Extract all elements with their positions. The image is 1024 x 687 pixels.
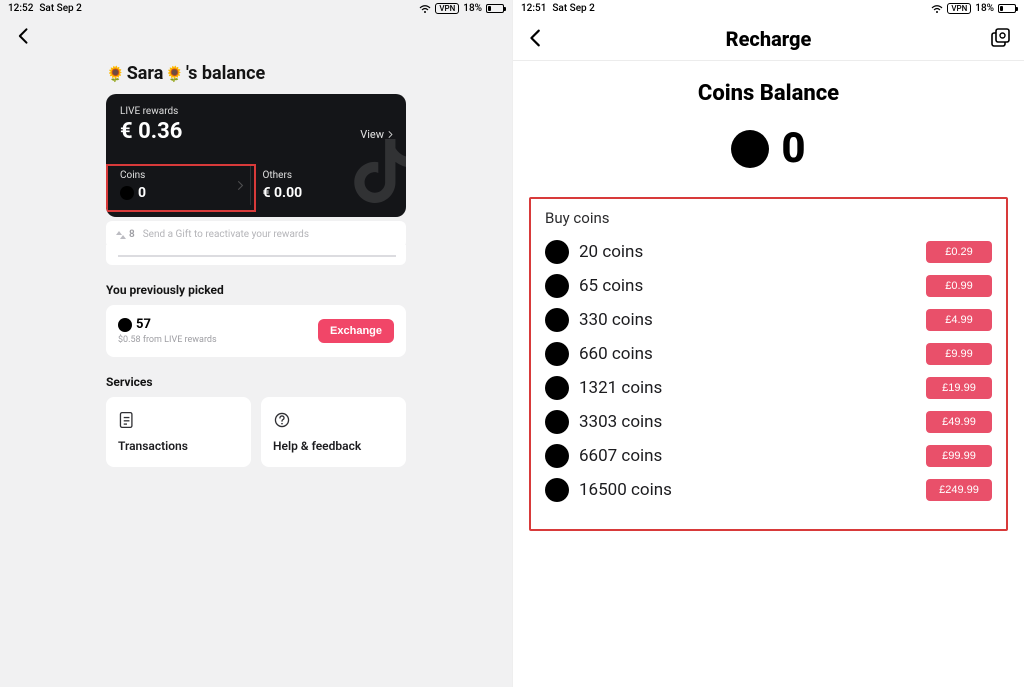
battery-icon <box>486 4 504 13</box>
coin-pack-row: 330 coins £4.99 <box>545 303 992 337</box>
coin-pack-label: 65 coins <box>579 276 643 296</box>
coin-icon <box>545 410 569 434</box>
buy-pack-button[interactable]: £4.99 <box>926 309 992 331</box>
coins-cell[interactable]: Coins 0 <box>120 164 250 205</box>
coin-icon <box>545 342 569 366</box>
view-link[interactable]: View <box>360 128 394 141</box>
coin-icon <box>731 130 769 168</box>
gift-hint-row[interactable]: 8 Send a Gift to reactivate your rewards <box>106 221 406 248</box>
coin-pack-row: 16500 coins £249.99 <box>545 473 992 507</box>
coin-icon <box>545 376 569 400</box>
services-heading: Services <box>106 375 406 389</box>
previously-picked-heading: You previously picked <box>106 283 406 297</box>
status-bar-right: 12:51 Sat Sep 2 VPN 18% <box>513 0 1024 17</box>
transactions-card[interactable]: Transactions <box>106 397 251 467</box>
vpn-badge: VPN <box>435 3 459 14</box>
help-feedback-card[interactable]: Help & feedback <box>261 397 406 467</box>
buy-pack-button[interactable]: £0.99 <box>926 275 992 297</box>
coins-balance-heading: Coins Balance <box>513 81 1024 106</box>
coin-pack-label: 3303 coins <box>579 412 662 432</box>
sunflower-icon: 🌻 <box>165 65 184 83</box>
coin-pack-label: 1321 coins <box>579 378 662 398</box>
coins-balance-display: 0 <box>513 124 1024 173</box>
status-date: Sat Sep 2 <box>39 3 81 14</box>
coin-icon <box>120 186 134 200</box>
chevron-right-icon <box>237 180 244 191</box>
others-value: € 0.00 <box>263 185 303 201</box>
coin-icon <box>545 240 569 264</box>
coin-pack-row: 660 coins £9.99 <box>545 337 992 371</box>
status-bar-left: 12:52 Sat Sep 2 VPN 18% <box>0 0 512 17</box>
navbar-title: Recharge <box>726 27 812 51</box>
buy-pack-button[interactable]: £249.99 <box>926 479 992 501</box>
navbar: Recharge <box>513 17 1024 61</box>
coins-label: Coins <box>120 170 250 181</box>
coin-pack-row: 3303 coins £49.99 <box>545 405 992 439</box>
coin-pack-label: 20 coins <box>579 242 643 262</box>
previously-picked-card: 57 $0.58 from LIVE rewards Exchange <box>106 305 406 357</box>
coins-value: 0 <box>138 185 146 201</box>
coin-icon <box>545 274 569 298</box>
coin-icon <box>545 478 569 502</box>
vpn-badge: VPN <box>947 3 971 14</box>
gift-count: 8 <box>116 229 135 240</box>
picked-subtext: $0.58 from LIVE rewards <box>118 335 217 345</box>
wifi-icon <box>419 4 431 13</box>
rewards-card: LIVE rewards € 0.36 View Coins 0 Others <box>106 94 406 217</box>
title-suffix: 's balance <box>186 63 265 84</box>
buy-coins-section: Buy coins 20 coins £0.29 65 coins £0.99 330 … <box>529 197 1008 531</box>
buy-coins-title: Buy coins <box>545 209 992 227</box>
back-button[interactable] <box>525 27 547 49</box>
transaction-history-button[interactable] <box>990 28 1010 48</box>
coin-pack-row: 1321 coins £19.99 <box>545 371 992 405</box>
gift-hint-text: Send a Gift to reactivate your rewards <box>143 229 309 240</box>
coin-pack-label: 660 coins <box>579 344 653 364</box>
buy-pack-button[interactable]: £99.99 <box>926 445 992 467</box>
sunflower-icon: 🌻 <box>106 65 125 83</box>
coins-balance-value: 0 <box>781 124 805 173</box>
chevron-right-icon <box>387 131 394 138</box>
help-icon <box>273 411 291 429</box>
coin-pack-label: 6607 coins <box>579 446 662 466</box>
buy-pack-button[interactable]: £49.99 <box>926 411 992 433</box>
balance-screen: 12:52 Sat Sep 2 VPN 18% 🌻 Sara 🌻 's bala… <box>0 0 512 687</box>
status-time: 12:51 <box>521 3 546 14</box>
buy-pack-button[interactable]: £0.29 <box>926 241 992 263</box>
view-link-text: View <box>360 128 384 141</box>
title-name: Sara <box>127 63 164 84</box>
help-label: Help & feedback <box>273 439 394 453</box>
buy-pack-button[interactable]: £19.99 <box>926 377 992 399</box>
alert-icon <box>116 230 126 240</box>
back-button[interactable] <box>14 26 34 46</box>
recharge-screen: 12:51 Sat Sep 2 VPN 18% Recharge Coins B… <box>512 0 1024 687</box>
wifi-icon <box>931 4 943 13</box>
document-icon <box>118 411 136 429</box>
battery-icon <box>998 4 1016 13</box>
status-date: Sat Sep 2 <box>552 3 594 14</box>
battery-percent: 18% <box>975 3 994 14</box>
others-label: Others <box>263 170 393 181</box>
coin-icon <box>118 318 132 332</box>
buy-pack-button[interactable]: £9.99 <box>926 343 992 365</box>
transactions-label: Transactions <box>118 439 239 453</box>
others-cell[interactable]: Others € 0.00 <box>250 164 393 205</box>
live-rewards-label: LIVE rewards <box>120 106 392 117</box>
progress-underline <box>118 245 396 257</box>
coin-pack-row: 6607 coins £99.99 <box>545 439 992 473</box>
coin-pack-label: 330 coins <box>579 310 653 330</box>
coin-icon <box>545 308 569 332</box>
coin-icon <box>545 444 569 468</box>
coin-pack-row: 20 coins £0.29 <box>545 235 992 269</box>
page-title: 🌻 Sara 🌻 's balance <box>106 63 406 84</box>
picked-amount: 57 <box>136 317 151 332</box>
battery-percent: 18% <box>463 3 482 14</box>
coin-pack-row: 65 coins £0.99 <box>545 269 992 303</box>
exchange-button[interactable]: Exchange <box>318 319 394 343</box>
status-time: 12:52 <box>8 3 33 14</box>
coin-pack-label: 16500 coins <box>579 480 672 500</box>
